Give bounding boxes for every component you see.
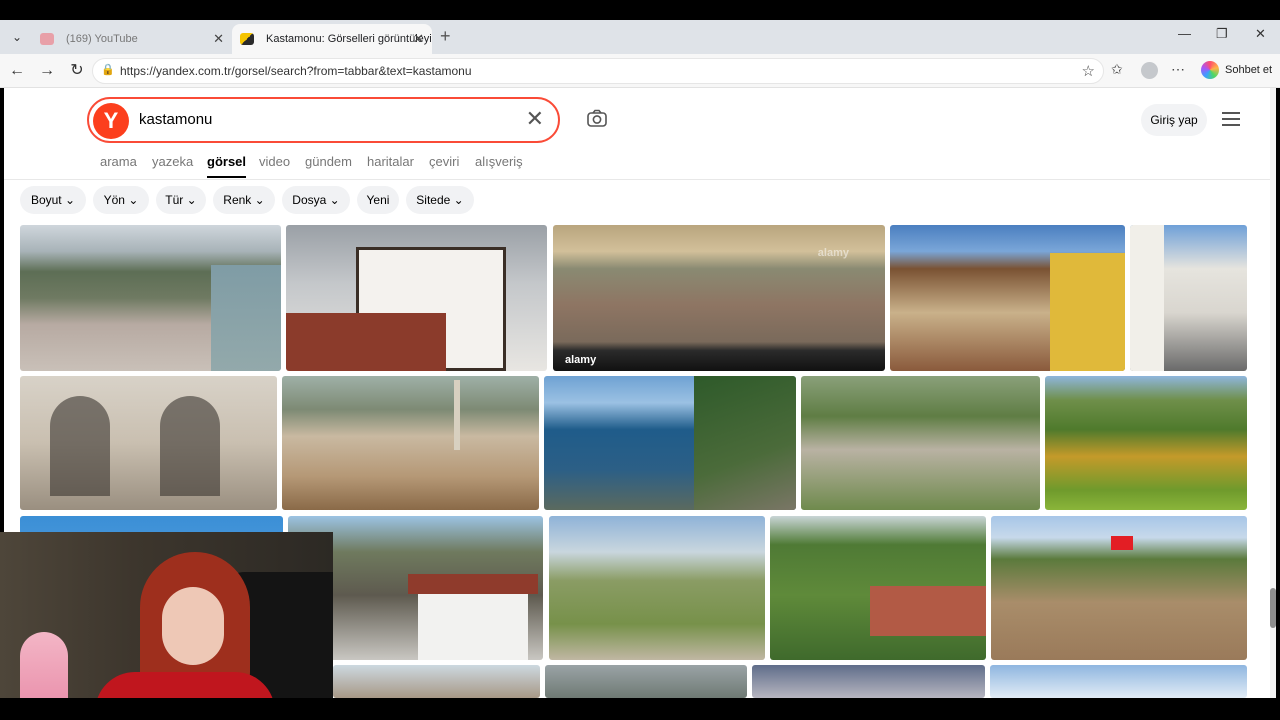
filter-label: Dosya <box>292 193 327 207</box>
image-result[interactable] <box>545 665 747 698</box>
yandex-logo[interactable]: Y <box>93 103 129 139</box>
close-tab-icon[interactable]: ✕ <box>413 24 424 54</box>
camera-search-icon[interactable] <box>586 108 608 130</box>
chevron-down-icon: ⌄ <box>128 193 139 207</box>
tab-ceviri[interactable]: çeviri <box>429 154 459 169</box>
minimize-icon[interactable]: — <box>1178 26 1191 41</box>
tab-alisveris[interactable]: alışveriş <box>475 154 523 169</box>
divider <box>4 179 1276 180</box>
filter-label: Tür <box>165 193 184 207</box>
image-result[interactable] <box>801 376 1040 510</box>
tab-haritalar[interactable]: haritalar <box>367 154 414 169</box>
copilot-label[interactable]: Sohbet et <box>1225 64 1272 76</box>
favorites-icon[interactable]: ✩ <box>1111 61 1123 78</box>
search-box[interactable]: Y kastamonu ✕ <box>87 97 560 143</box>
filter-label: Renk <box>223 193 252 207</box>
filter-yeni[interactable]: Yeni <box>357 186 399 214</box>
address-bar[interactable]: 🔒 https://yandex.com.tr/gorsel/search?fr… <box>92 58 1104 84</box>
screen: ⌄ (169) YouTube ✕ Kastamonu: Görselleri … <box>0 0 1280 720</box>
filter-boyut[interactable]: Boyut ⌄ <box>20 186 86 214</box>
image-result[interactable] <box>1130 225 1247 371</box>
site-info-icon[interactable]: 🔒 <box>101 63 115 76</box>
scrollbar-thumb[interactable] <box>1270 588 1276 628</box>
url-text: https://yandex.com.tr/gorsel/search?from… <box>120 64 472 78</box>
profile-avatar-icon[interactable] <box>1141 62 1158 79</box>
image-result[interactable] <box>991 516 1247 660</box>
filter-label: Yeni <box>366 193 390 207</box>
image-result[interactable] <box>20 225 281 371</box>
image-result[interactable] <box>333 665 540 698</box>
youtube-icon <box>40 33 54 45</box>
image-result[interactable] <box>282 376 539 510</box>
yandex-images-icon <box>240 33 254 45</box>
favorite-star-icon[interactable]: ☆ <box>1082 62 1095 80</box>
image-result[interactable] <box>752 665 985 698</box>
copilot-icon[interactable] <box>1201 61 1219 79</box>
tab-yandex-images[interactable]: Kastamonu: Görselleri görüntüleyi ✕ <box>232 24 432 54</box>
person-face <box>162 587 224 665</box>
tab-gundem[interactable]: gündem <box>305 154 352 169</box>
more-menu-icon[interactable]: ⋯ <box>1171 61 1185 78</box>
image-result[interactable] <box>890 225 1125 371</box>
tab-list-icon[interactable]: ⌄ <box>6 27 28 47</box>
tab-youtube[interactable]: (169) YouTube ✕ <box>32 24 232 54</box>
forward-icon[interactable]: → <box>36 60 58 82</box>
filter-label: Sitede <box>416 193 451 207</box>
menu-icon[interactable] <box>1222 112 1240 126</box>
filter-sitede[interactable]: Sitede ⌄ <box>406 186 474 214</box>
tab-arama[interactable]: arama <box>100 154 137 169</box>
bottom-letterbox <box>0 698 1280 720</box>
chevron-down-icon: ⌄ <box>254 193 265 207</box>
chevron-down-icon: ⌄ <box>64 193 76 207</box>
tab-title: (169) YouTube <box>66 33 138 45</box>
new-tab-icon[interactable]: + <box>440 26 451 47</box>
tab-title: Kastamonu: Görselleri görüntüleyi <box>266 33 432 45</box>
image-result[interactable] <box>20 376 277 510</box>
close-window-icon[interactable]: ✕ <box>1255 26 1266 42</box>
filter-label: Boyut <box>30 193 62 207</box>
webcam-overlay <box>0 532 333 720</box>
image-result[interactable] <box>286 225 547 371</box>
filter-renk[interactable]: Renk ⌄ <box>213 186 275 214</box>
tab-gorsel[interactable]: görsel <box>207 154 247 178</box>
filter-yon[interactable]: Yön ⌄ <box>93 186 149 214</box>
close-tab-icon[interactable]: ✕ <box>213 24 224 54</box>
image-result[interactable] <box>549 516 765 660</box>
chevron-down-icon: ⌄ <box>329 193 340 207</box>
back-icon[interactable]: ← <box>6 60 28 82</box>
chevron-down-icon: ⌄ <box>186 193 197 207</box>
tab-strip: ⌄ (169) YouTube ✕ Kastamonu: Görselleri … <box>0 20 1280 54</box>
clear-search-icon[interactable]: ✕ <box>526 107 544 131</box>
alamy-watermark: alamy <box>565 354 597 366</box>
filter-dosya[interactable]: Dosya ⌄ <box>282 186 350 214</box>
search-input[interactable]: kastamonu <box>139 111 212 128</box>
image-result[interactable]: alamy alamy <box>553 225 885 371</box>
login-button[interactable]: Giriş yap <box>1141 104 1207 136</box>
maximize-icon[interactable]: ❐ <box>1216 26 1228 42</box>
chevron-down-icon: ⌄ <box>453 193 464 207</box>
filter-label: Yön <box>103 193 125 207</box>
image-result[interactable] <box>770 516 986 660</box>
tab-video[interactable]: video <box>259 154 290 169</box>
browser-toolbar: ← → ↻ 🔒 https://yandex.com.tr/gorsel/sea… <box>0 54 1280 88</box>
alamy-watermark: alamy <box>817 247 849 259</box>
tab-yazeka[interactable]: yazeka <box>152 154 193 169</box>
reload-icon[interactable]: ↻ <box>66 60 88 82</box>
image-result[interactable] <box>1045 376 1247 510</box>
image-result[interactable] <box>990 665 1247 698</box>
image-result[interactable] <box>544 376 796 510</box>
filter-tur[interactable]: Tür ⌄ <box>156 186 206 214</box>
